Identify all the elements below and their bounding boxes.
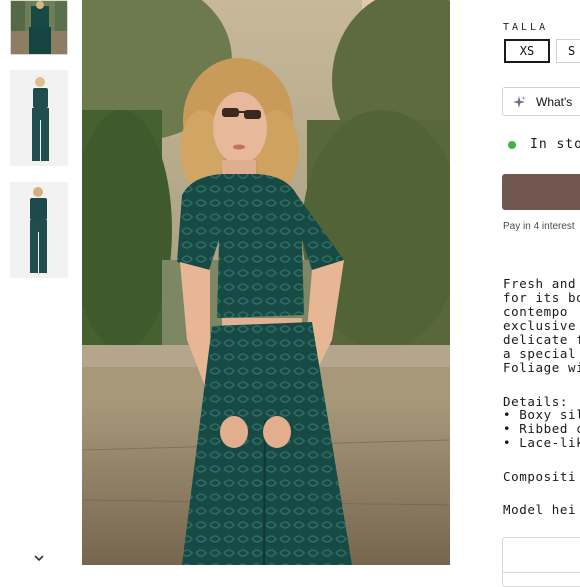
- sparkle-icon: [513, 95, 526, 108]
- thumbnail-2[interactable]: [10, 70, 68, 166]
- details-item: • Boxy silh: [503, 407, 580, 422]
- details-item: • Lace-like: [503, 435, 580, 450]
- description-line: Foliage wi: [503, 360, 580, 375]
- size-option-s[interactable]: S: [556, 39, 580, 63]
- product-description: Fresh and for its box contempo exclusive…: [503, 277, 580, 375]
- model-height-label: Model hei: [503, 502, 577, 517]
- description-line: delicate f: [503, 332, 580, 347]
- description-line: for its box: [503, 290, 580, 305]
- accordion-divider: [503, 572, 580, 573]
- whats-button-label: What's: [536, 94, 573, 109]
- size-label: TALLA: [503, 22, 549, 33]
- description-line: Fresh and: [503, 276, 577, 291]
- description-line: exclusive: [503, 318, 577, 333]
- description-line: a special: [503, 346, 577, 361]
- add-to-cart-button[interactable]: [502, 174, 580, 210]
- thumbnail-3[interactable]: [10, 182, 68, 278]
- size-option-xs[interactable]: XS: [504, 39, 550, 63]
- thumbnail-1[interactable]: [10, 0, 68, 55]
- stock-status-text: In stoc: [530, 137, 580, 152]
- chevron-down-icon[interactable]: [31, 550, 47, 566]
- description-line: contempo: [503, 304, 569, 319]
- stock-status-dot: [508, 141, 516, 149]
- main-product-image: [82, 0, 450, 565]
- details-list: • Boxy silh • Ribbed c • Lace-like: [503, 408, 580, 450]
- installments-text: Pay in 4 interest: [503, 221, 575, 232]
- details-item: • Ribbed c: [503, 421, 580, 436]
- whats-button[interactable]: What's: [502, 87, 580, 116]
- composition-label: Compositi: [503, 469, 577, 484]
